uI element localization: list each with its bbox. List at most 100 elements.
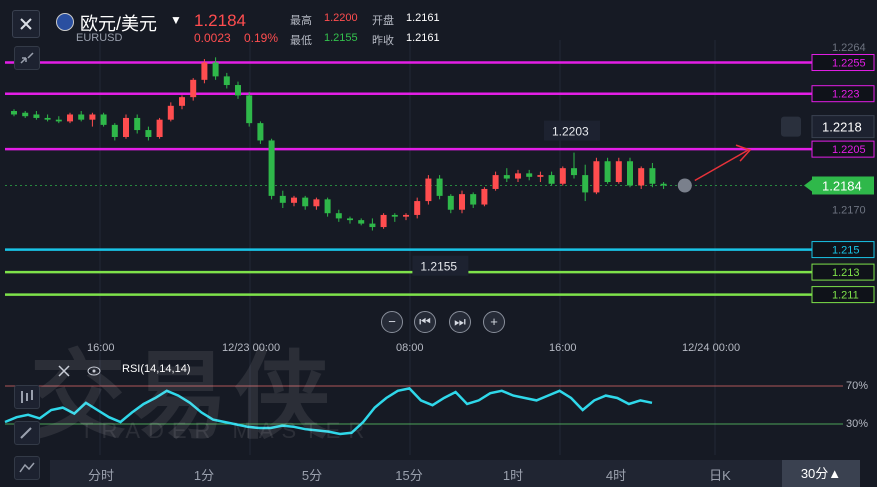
prev-close-label: 昨收 [372,35,394,47]
tab-30m-active[interactable]: 30分▲ [782,460,860,487]
candle-body [235,85,241,96]
alert-price-text: 1.2218 [822,120,862,135]
candle-body [55,119,62,122]
candle-body [537,175,544,177]
prev-close-value: 1.2161 [406,32,440,44]
candle-body [257,123,264,141]
bell-icon[interactable] [781,116,801,137]
candle-body [156,119,163,137]
candle-body [11,111,17,115]
tab-5m[interactable]: 5分 [282,465,342,484]
candle-body [89,114,96,120]
close-button[interactable] [12,10,40,38]
candle-body [548,175,555,184]
zoom-out-button[interactable]: − [381,311,403,333]
chevron-down-icon[interactable]: ▼ [170,13,182,27]
indicator-button[interactable] [14,385,40,409]
candle-body [604,161,611,183]
step-forward-button[interactable]: ⏭ [449,311,471,333]
last-price: 1.2184 [194,11,246,30]
price-tick-label: 1.2255 [832,58,866,70]
candle-body [67,114,73,122]
price-change: 0.0023 [194,31,231,45]
step-back-button[interactable]: ⏮ [414,311,436,333]
chart-type-button[interactable] [14,456,40,480]
price-tick-label: 1.2205 [832,144,866,156]
candle-body [100,114,107,125]
candle-body [335,213,342,219]
candle-body [123,117,129,137]
time-label: 08:00 [396,342,424,354]
candle-body [33,114,40,118]
currency-flag-icon [56,13,74,31]
candle-body [358,220,365,224]
candle-body [638,168,645,186]
high-label: 最高 [290,15,312,27]
price-tick-label: 1.215 [832,245,860,257]
candle-body [459,194,465,210]
rsi-level-high: 70% [846,380,869,392]
candle-body [111,124,118,137]
candle-body [526,173,533,177]
watermark-text: TRADER MASTER [80,418,373,443]
candle-body [44,117,51,120]
line-chart-icon [19,462,35,473]
candle-body [593,161,600,193]
tab-1m[interactable]: 1分 [174,465,234,484]
candle-body [515,173,521,179]
open-label: 开盘 [372,15,394,27]
candle-body [369,223,376,228]
candles-icon [21,390,33,403]
candle-body [190,79,197,98]
rsi-level-low: 30% [846,418,869,430]
candle-body [179,97,185,106]
candle-body [201,62,208,80]
candle-body [291,197,297,203]
candle-body [134,117,141,131]
tab-daily[interactable]: 日K [690,465,750,484]
candle-body [167,105,174,120]
draw-tool-button[interactable] [14,421,40,445]
info-icon [677,178,692,193]
app-window: 1.2264 1.2255 1.223 1.2218 1.2205 1.2184 1.217… [0,0,877,487]
rsi-label: RSI(14,14,14) [122,363,191,375]
candle-body [615,161,622,183]
pencil-icon [20,427,32,439]
low-value: 1.2155 [324,32,358,44]
collapse-button[interactable] [14,46,40,70]
candle-body [246,95,253,124]
candle-body [649,168,656,184]
candle-body [571,168,577,176]
price-tick-label: 1.211 [832,290,859,302]
candle-body [447,195,454,210]
price-tick-label: 1.2264 [832,42,866,54]
candle-body [660,183,667,186]
candle-body [503,175,510,179]
candle-body [481,188,488,205]
low-marker-text: 1.2155 [420,260,457,274]
close-indicator-icon[interactable] [57,364,71,383]
tab-tick[interactable]: 分时 [71,465,131,484]
tab-15m[interactable]: 15分 [379,465,439,484]
price-tick-label: 1.213 [832,267,860,279]
candle-body [145,130,152,137]
candle-body [302,197,309,207]
time-label: 16:00 [87,342,115,354]
candle-body [403,214,409,217]
high-value: 1.2200 [324,12,358,24]
candle-body [347,218,353,221]
candle-body [582,175,589,193]
candle-body [627,161,633,186]
candle-body [313,199,320,207]
high-marker-text: 1.2203 [552,125,589,139]
tab-1h[interactable]: 1时 [483,465,543,484]
symbol-code: EURUSD [76,32,123,44]
tab-4h[interactable]: 4时 [586,465,646,484]
candle-body [414,201,421,215]
zoom-in-button[interactable]: + [483,311,505,333]
candle-body [78,114,85,120]
candle-body [380,214,387,228]
eye-icon[interactable] [86,363,102,384]
current-price-text: 1.2184 [822,178,862,193]
price-tick-label: 1.2170 [832,205,866,217]
